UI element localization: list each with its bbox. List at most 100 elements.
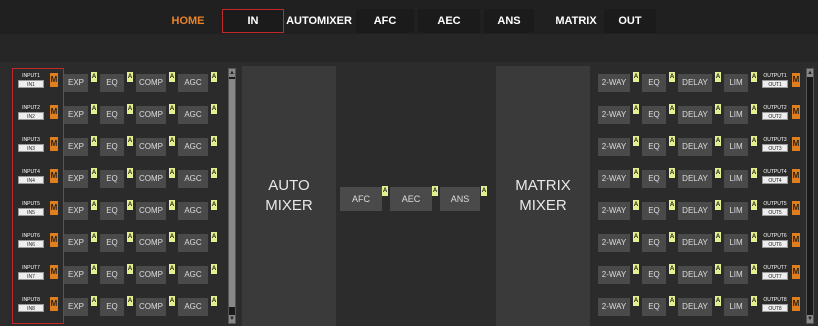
agc-active-badge[interactable]: A	[211, 296, 217, 306]
scroll-down-icon[interactable]: ▼	[229, 315, 235, 323]
delay-active-badge[interactable]: A	[715, 168, 721, 178]
exp-module[interactable]: EXP	[64, 266, 88, 284]
eq-module[interactable]: EQ	[100, 202, 124, 220]
comp-module[interactable]: COMP	[136, 106, 166, 124]
delay-module[interactable]: DELAY	[678, 138, 712, 156]
eq-active-badge[interactable]: A	[127, 296, 133, 306]
exp-active-badge[interactable]: A	[91, 104, 97, 114]
output-scrollbar[interactable]: ▲ ▼	[806, 68, 814, 324]
eq-module[interactable]: EQ	[642, 234, 666, 252]
aec-active-badge[interactable]: A	[432, 186, 438, 196]
eq-module[interactable]: EQ	[642, 138, 666, 156]
eq-module[interactable]: EQ	[642, 298, 666, 316]
lim-module[interactable]: LIM	[724, 138, 748, 156]
eq-active-badge[interactable]: A	[127, 72, 133, 82]
comp-active-badge[interactable]: A	[169, 296, 175, 306]
exp-module[interactable]: EXP	[64, 138, 88, 156]
agc-active-badge[interactable]: A	[211, 72, 217, 82]
exp-active-badge[interactable]: A	[91, 200, 97, 210]
delay-module[interactable]: DELAY	[678, 74, 712, 92]
matrix-mixer-block[interactable]: MATRIX MIXER	[496, 66, 590, 326]
lim-active-badge[interactable]: A	[751, 200, 757, 210]
agc-active-badge[interactable]: A	[211, 232, 217, 242]
delay-active-badge[interactable]: A	[715, 296, 721, 306]
two-way-active-badge[interactable]: A	[633, 200, 639, 210]
ans-active-badge[interactable]: A	[481, 186, 487, 196]
eq-module[interactable]: EQ	[642, 106, 666, 124]
lim-module[interactable]: LIM	[724, 170, 748, 188]
delay-active-badge[interactable]: A	[715, 232, 721, 242]
mute-button[interactable]: M	[792, 105, 800, 119]
eq-active-badge[interactable]: A	[669, 104, 675, 114]
eq-active-badge[interactable]: A	[669, 264, 675, 274]
output-name-field[interactable]: OUT4	[762, 176, 788, 184]
tab-home[interactable]: HOME	[168, 9, 208, 33]
output-label-box[interactable]: OUTPUT5 OUT5	[760, 200, 790, 220]
output-name-field[interactable]: OUT1	[762, 80, 788, 88]
output-label-box[interactable]: OUTPUT8 OUT8	[760, 296, 790, 316]
agc-module[interactable]: AGC	[178, 74, 208, 92]
eq-module[interactable]: EQ	[100, 138, 124, 156]
output-name-field[interactable]: OUT6	[762, 240, 788, 248]
output-name-field[interactable]: OUT8	[762, 304, 788, 312]
eq-active-badge[interactable]: A	[127, 136, 133, 146]
delay-active-badge[interactable]: A	[715, 264, 721, 274]
lim-module[interactable]: LIM	[724, 234, 748, 252]
ans-module[interactable]: ANS	[440, 187, 480, 211]
comp-active-badge[interactable]: A	[169, 72, 175, 82]
output-label-box[interactable]: OUTPUT6 OUT6	[760, 232, 790, 252]
exp-active-badge[interactable]: A	[91, 168, 97, 178]
lim-module[interactable]: LIM	[724, 202, 748, 220]
agc-module[interactable]: AGC	[178, 170, 208, 188]
tab-afc[interactable]: AFC	[356, 9, 414, 33]
comp-active-badge[interactable]: A	[169, 200, 175, 210]
eq-active-badge[interactable]: A	[669, 200, 675, 210]
two-way-module[interactable]: 2-WAY	[598, 298, 630, 316]
exp-module[interactable]: EXP	[64, 202, 88, 220]
eq-active-badge[interactable]: A	[669, 168, 675, 178]
eq-module[interactable]: EQ	[642, 202, 666, 220]
lim-active-badge[interactable]: A	[751, 264, 757, 274]
tab-automixer[interactable]: AUTOMIXER	[286, 9, 352, 33]
delay-active-badge[interactable]: A	[715, 200, 721, 210]
two-way-active-badge[interactable]: A	[633, 232, 639, 242]
comp-module[interactable]: COMP	[136, 138, 166, 156]
two-way-active-badge[interactable]: A	[633, 104, 639, 114]
agc-active-badge[interactable]: A	[211, 264, 217, 274]
eq-module[interactable]: EQ	[642, 266, 666, 284]
exp-module[interactable]: EXP	[64, 106, 88, 124]
eq-active-badge[interactable]: A	[669, 232, 675, 242]
tab-aec[interactable]: AEC	[418, 9, 480, 33]
two-way-module[interactable]: 2-WAY	[598, 234, 630, 252]
two-way-active-badge[interactable]: A	[633, 264, 639, 274]
agc-active-badge[interactable]: A	[211, 168, 217, 178]
mute-button[interactable]: M	[792, 169, 800, 183]
comp-module[interactable]: COMP	[136, 202, 166, 220]
eq-active-badge[interactable]: A	[669, 72, 675, 82]
eq-module[interactable]: EQ	[100, 266, 124, 284]
output-scroll-thumb[interactable]	[807, 79, 813, 315]
agc-active-badge[interactable]: A	[211, 136, 217, 146]
output-name-field[interactable]: OUT2	[762, 112, 788, 120]
eq-module[interactable]: EQ	[642, 74, 666, 92]
agc-active-badge[interactable]: A	[211, 200, 217, 210]
scroll-up-icon[interactable]: ▲	[229, 69, 235, 77]
eq-module[interactable]: EQ	[100, 106, 124, 124]
lim-active-badge[interactable]: A	[751, 104, 757, 114]
output-label-box[interactable]: OUTPUT2 OUT2	[760, 104, 790, 124]
comp-module[interactable]: COMP	[136, 234, 166, 252]
mute-button[interactable]: M	[792, 297, 800, 311]
comp-module[interactable]: COMP	[136, 170, 166, 188]
mute-button[interactable]: M	[792, 201, 800, 215]
eq-active-badge[interactable]: A	[669, 136, 675, 146]
agc-module[interactable]: AGC	[178, 234, 208, 252]
delay-active-badge[interactable]: A	[715, 136, 721, 146]
lim-active-badge[interactable]: A	[751, 72, 757, 82]
lim-module[interactable]: LIM	[724, 298, 748, 316]
lim-module[interactable]: LIM	[724, 106, 748, 124]
two-way-module[interactable]: 2-WAY	[598, 106, 630, 124]
afc-active-badge[interactable]: A	[382, 186, 388, 196]
lim-active-badge[interactable]: A	[751, 136, 757, 146]
eq-module[interactable]: EQ	[100, 234, 124, 252]
comp-active-badge[interactable]: A	[169, 232, 175, 242]
